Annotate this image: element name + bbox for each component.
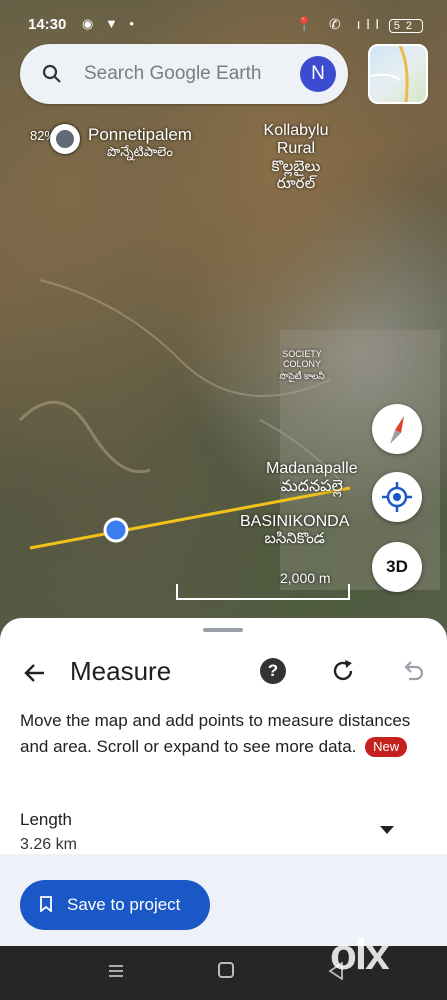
- place-name: Madanapalle: [266, 460, 358, 477]
- measure-point[interactable]: [103, 517, 129, 543]
- place-name: Ponnetipalem: [88, 125, 192, 144]
- refresh-icon[interactable]: [330, 658, 356, 684]
- save-to-project-button[interactable]: Save to project: [20, 880, 210, 930]
- save-button-label: Save to project: [67, 895, 181, 914]
- compass-button[interactable]: [372, 404, 422, 454]
- place-native-name: కొల్లబైలు రూరల్: [271, 158, 321, 192]
- recent-apps-icon[interactable]: [108, 963, 124, 979]
- help-icon[interactable]: ?: [260, 658, 286, 684]
- place-native-name: బసినికొండ: [264, 529, 325, 547]
- status-bar: 14:30 ◉ ▼ • 📍 ✆ ıll 52: [0, 0, 447, 40]
- place-native-name: మదనపల్లె: [280, 477, 343, 495]
- earth-map[interactable]: 14:30 ◉ ▼ • 📍 ✆ ıll 52 Search Google Eart…: [0, 0, 447, 640]
- panel-title: Measure: [70, 656, 172, 686]
- place-label-society-colony[interactable]: SOCIETY COLONY సొసైటీ కాలనీ: [276, 349, 328, 382]
- olx-watermark: olx: [330, 930, 390, 979]
- place-label-ponnetipalem[interactable]: Ponnetipalem పొన్నేటిపాలెం: [88, 125, 192, 159]
- scale-bar: [176, 584, 350, 600]
- search-icon: [42, 64, 61, 83]
- place-native-name: సొసైటీ కాలనీ: [279, 370, 325, 381]
- map-thumbnail-icon: [370, 46, 409, 102]
- 3d-toggle-button[interactable]: 3D: [372, 542, 422, 592]
- search-bar[interactable]: Search Google Earth N: [20, 44, 348, 104]
- place-label-kollabylu[interactable]: Kollabylu Rural కొల్లబైలు రూరల్: [258, 122, 334, 192]
- map-style-button[interactable]: [368, 44, 428, 104]
- place-name: BASINIKONDA: [240, 513, 350, 530]
- place-native-name: పొన్నేటిపాలెం: [107, 143, 173, 159]
- place-name: SOCIETY COLONY: [282, 349, 322, 369]
- place-name: Kollabylu Rural: [263, 122, 329, 157]
- battery-icon: 52: [388, 19, 423, 33]
- notification-icons: ◉ ▼ •: [82, 16, 138, 31]
- description-text: Move the map and add points to measure d…: [20, 711, 411, 756]
- bookmark-icon: [40, 896, 52, 912]
- system-status-icons: 📍 ✆ ıll: [295, 16, 385, 32]
- my-location-button[interactable]: [372, 472, 422, 522]
- back-arrow-icon[interactable]: [22, 660, 48, 686]
- place-label-basinikonda[interactable]: BASINIKONDA బసినికొండ: [240, 513, 349, 547]
- length-label: Length: [20, 810, 72, 829]
- status-time: 14:30: [28, 16, 67, 33]
- compass-icon: [390, 416, 404, 444]
- drag-handle[interactable]: [203, 628, 243, 632]
- place-label-madanapalle[interactable]: Madanapalle మదనపల్లె: [266, 460, 358, 495]
- crosshair-icon: [382, 482, 412, 512]
- system-icons: 📍 ✆ ıll 52: [296, 16, 423, 33]
- length-value: 3.26 km: [20, 836, 77, 853]
- home-icon[interactable]: [218, 962, 234, 978]
- search-placeholder: Search Google Earth: [84, 63, 262, 84]
- new-badge: New: [365, 737, 408, 757]
- account-avatar[interactable]: N: [300, 56, 336, 92]
- chevron-down-icon[interactable]: [380, 826, 394, 834]
- graduation-cap-icon[interactable]: [50, 124, 80, 154]
- measure-description: Move the map and add points to measure d…: [20, 708, 420, 760]
- undo-icon[interactable]: [400, 658, 426, 684]
